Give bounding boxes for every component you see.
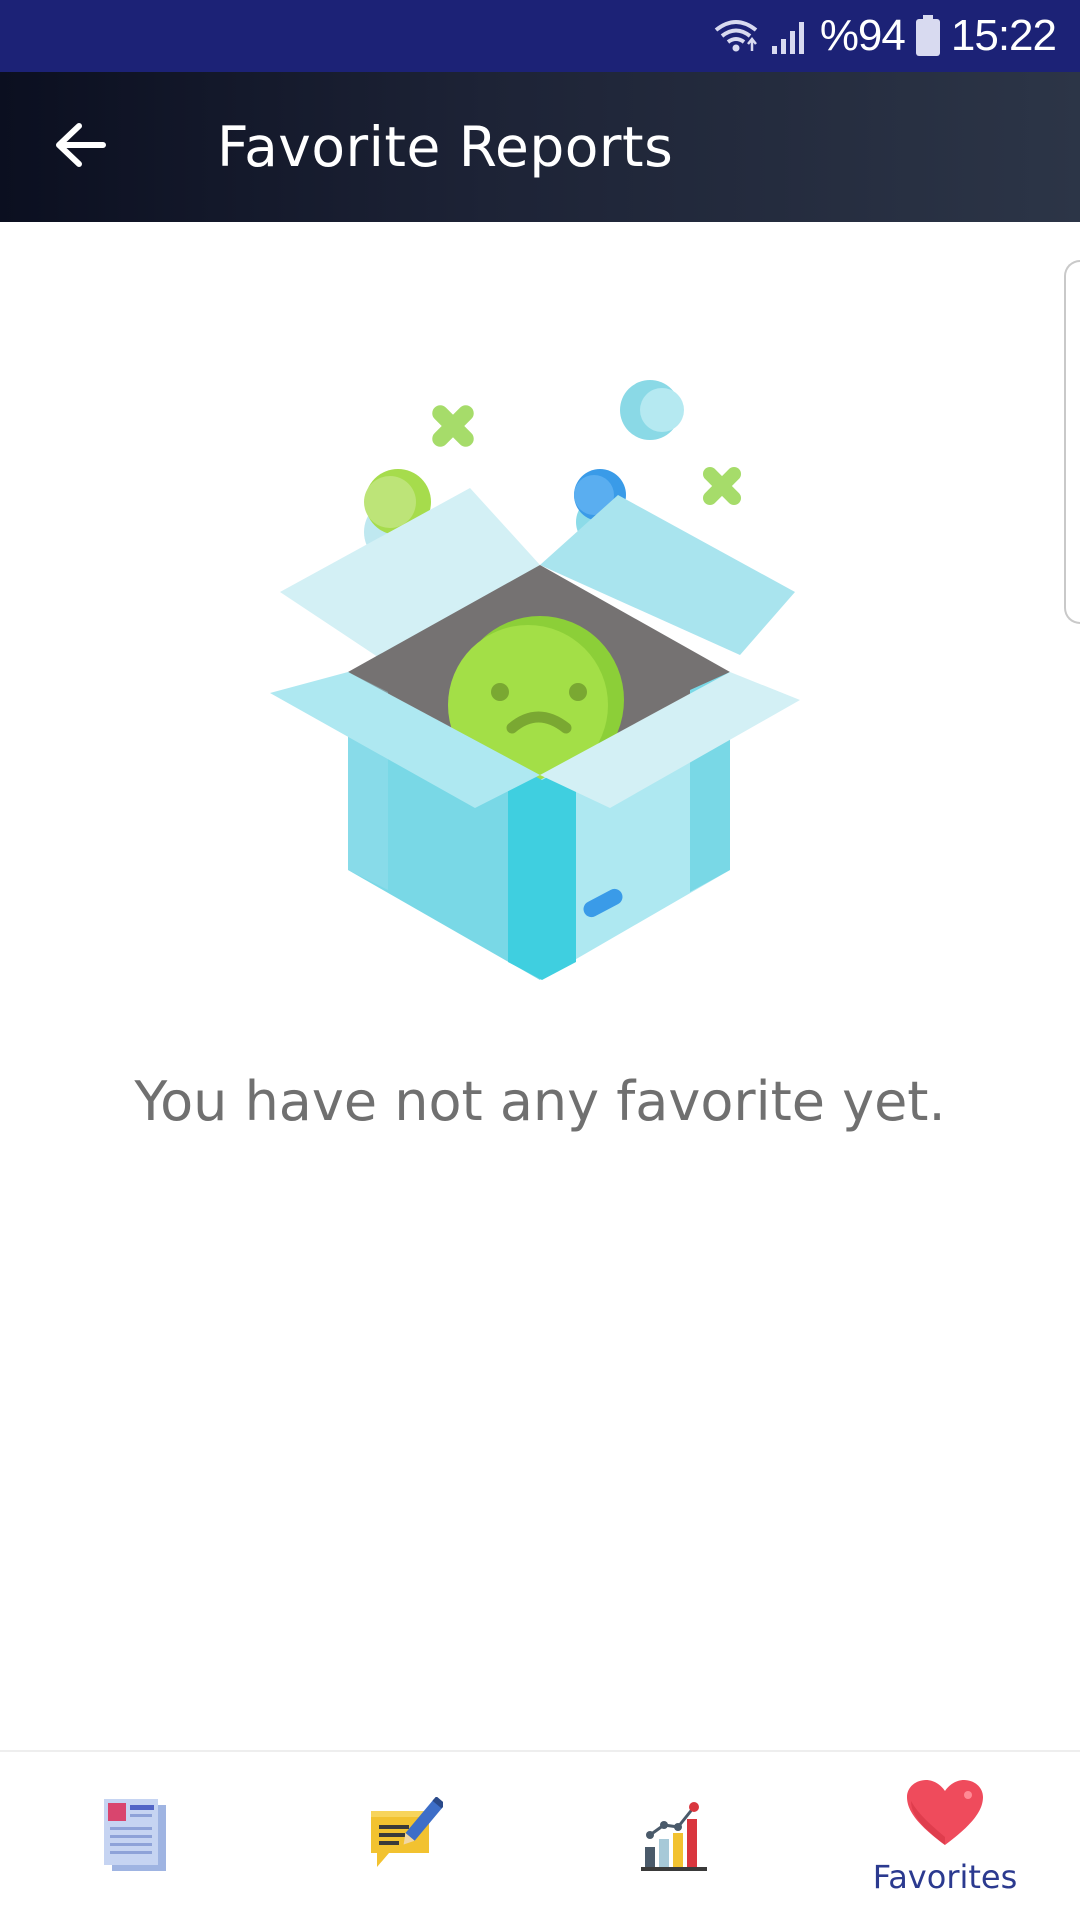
- nav-label-favorites: Favorites: [872, 1857, 1018, 1896]
- back-button[interactable]: [40, 108, 120, 186]
- arrow-left-icon: [53, 120, 107, 175]
- bottom-nav: Favorites: [0, 1750, 1080, 1922]
- nav-item-reports[interactable]: [0, 1752, 270, 1922]
- chat-note-icon: [367, 1795, 446, 1878]
- empty-box-illustration: [260, 370, 820, 990]
- nav-item-statistics[interactable]: [540, 1752, 810, 1922]
- battery-percent: %94: [819, 11, 906, 60]
- green-x-icon: [432, 405, 474, 447]
- app-bar: Favorite Reports: [0, 72, 1080, 222]
- clock: 15:22: [950, 11, 1057, 60]
- empty-state-message: You have not any favorite yet.: [134, 1070, 946, 1133]
- signal-icon: [770, 16, 810, 56]
- page-title: Favorite Reports: [217, 115, 674, 179]
- green-x-icon-2: [702, 466, 742, 506]
- status-bar: %94 15:22: [0, 0, 1080, 72]
- status-icons: %94 15:22: [712, 0, 1057, 72]
- edge-panel-handle[interactable]: [1064, 260, 1080, 624]
- battery-icon: [915, 15, 941, 57]
- newspaper-icon: [102, 1797, 168, 1878]
- nav-item-notes[interactable]: [270, 1752, 540, 1922]
- nav-item-favorites[interactable]: Favorites: [810, 1752, 1080, 1922]
- wifi-icon: [712, 16, 760, 56]
- bar-chart-icon: [637, 1797, 713, 1878]
- heart-icon: [905, 1779, 985, 1854]
